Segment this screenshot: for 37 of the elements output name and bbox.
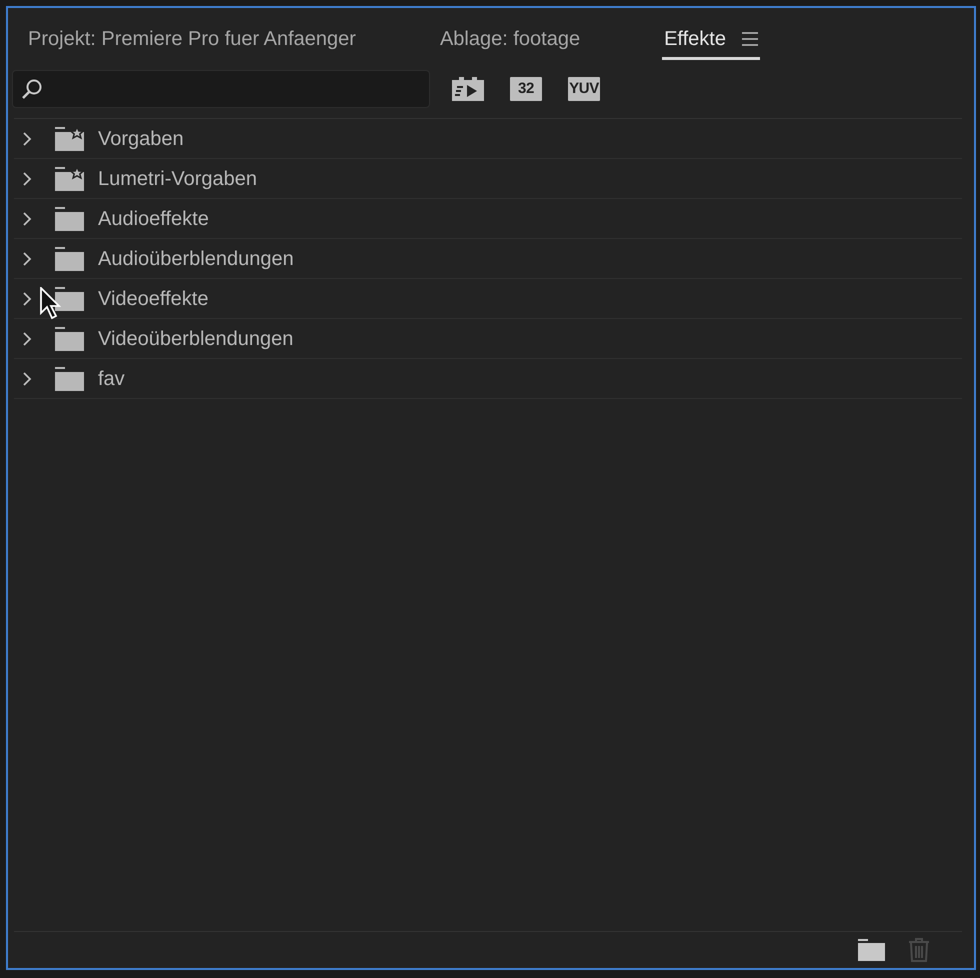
folder-icon: [55, 246, 85, 270]
chevron-icon[interactable]: [22, 252, 32, 266]
search-field[interactable]: [12, 70, 430, 108]
chevron-icon[interactable]: [22, 212, 32, 226]
chevron-icon[interactable]: [22, 332, 32, 346]
effects-folder-row[interactable]: Lumetri-Vorgaben: [14, 159, 962, 199]
chevron-icon[interactable]: [22, 132, 32, 146]
new-folder-icon[interactable]: [858, 939, 886, 961]
panel-tab[interactable]: Ablage: footage: [438, 20, 582, 60]
folder-icon: [55, 366, 85, 390]
folder-icon: [55, 206, 85, 230]
folder-label: Lumetri-Vorgaben: [98, 166, 257, 192]
filter-button[interactable]: 32: [510, 77, 542, 101]
effects-folder-row[interactable]: Audioüberblendungen: [14, 239, 962, 279]
folder-icon: [55, 326, 85, 350]
filter-button[interactable]: YUV: [568, 77, 600, 101]
effects-folder-row[interactable]: Vorgaben: [14, 119, 962, 159]
panel-tab[interactable]: Effekte: [662, 20, 728, 60]
search-icon: [21, 78, 43, 100]
folder-label: Audioüberblendungen: [98, 246, 294, 272]
chevron-icon[interactable]: [22, 172, 32, 186]
effects-folder-row[interactable]: Audioeffekte: [14, 199, 962, 239]
folder-label: Audioeffekte: [98, 206, 209, 232]
folder-label: Vorgaben: [98, 126, 184, 152]
chevron-icon[interactable]: [22, 372, 32, 386]
effects-folder-row[interactable]: Videoüberblendungen: [14, 319, 962, 359]
panel-tab[interactable]: Projekt: Premiere Pro fuer Anfaenger: [26, 20, 358, 60]
star-folder-icon: [55, 166, 85, 190]
folder-label: Videoeffekte: [98, 286, 208, 312]
folder-label: Videoüberblendungen: [98, 326, 294, 352]
folder-icon: [55, 286, 85, 310]
chevron-icon[interactable]: [22, 292, 32, 306]
effects-folder-row[interactable]: fav: [14, 359, 962, 399]
mouse-pointer-icon: [40, 287, 62, 321]
accelerated-effects-icon[interactable]: [452, 77, 484, 101]
folder-label: fav: [98, 366, 125, 392]
star-folder-icon: [55, 126, 85, 150]
